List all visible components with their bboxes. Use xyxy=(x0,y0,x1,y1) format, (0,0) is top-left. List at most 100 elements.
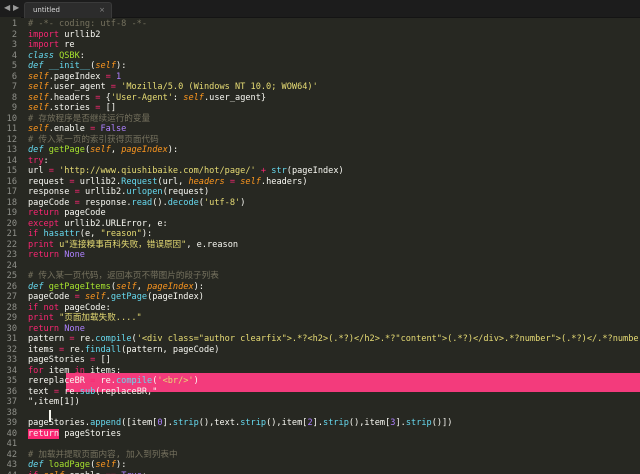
code-token: __init__ xyxy=(48,61,91,71)
code-token: QSBK xyxy=(59,50,80,61)
line-number: 11 xyxy=(6,124,17,134)
code-token: return xyxy=(28,250,60,260)
code-token: None xyxy=(64,323,85,334)
code-token: (pattern, pageCode) xyxy=(121,344,220,355)
code-token: ): xyxy=(116,460,127,470)
code-line: return pageStories xyxy=(28,428,122,440)
code-token: ([item[ xyxy=(121,418,158,428)
code-token: urlopen xyxy=(126,187,163,197)
code-token: getPage xyxy=(48,145,85,155)
line-number: 26 xyxy=(6,281,17,292)
code-token: [] xyxy=(100,103,116,113)
code-token: (e, xyxy=(79,229,101,239)
code-token: if xyxy=(28,229,39,239)
code-token: '<div class="author clearfix">.*?<h2>(.*… xyxy=(136,334,640,344)
close-icon[interactable]: × xyxy=(99,5,105,15)
code-line: if self.enable == True: xyxy=(28,471,147,474)
code-editor[interactable]: 1 2 3 4 5 6 7 8 9 10 11 12 13 14 15 16 17 18 19 20 21 22 23 24 2… xyxy=(0,17,640,474)
code-token: ]. xyxy=(395,418,406,428)
line-number: 43 xyxy=(6,460,17,470)
line-number: 39 xyxy=(6,418,17,428)
code-token: if xyxy=(28,471,38,474)
code-token: .enable xyxy=(64,471,105,474)
code-token: strip xyxy=(172,418,199,428)
code-token: '<br/>' xyxy=(157,376,194,386)
code-token: compile xyxy=(95,334,132,344)
code-token: self xyxy=(84,292,106,302)
code-token: pageStories xyxy=(59,428,122,439)
code-token: .headers xyxy=(48,92,96,103)
code-line: import urllib2 xyxy=(28,30,100,41)
arrow-left-icon[interactable]: ◀ xyxy=(4,2,10,14)
code-token: return xyxy=(28,323,60,334)
code-token: response xyxy=(28,187,75,197)
code-token: except xyxy=(28,218,60,229)
code-token: return xyxy=(28,208,60,218)
code-token: "页面加载失败...." xyxy=(59,313,142,323)
code-token: .enable xyxy=(48,124,91,134)
code-token: re. xyxy=(59,386,80,397)
tab-untitled[interactable]: untitled × xyxy=(24,2,112,18)
code-line: return None xyxy=(28,250,85,261)
code-token: strip xyxy=(323,418,349,428)
code-token: print xyxy=(28,239,54,250)
code-line: self.enable = False xyxy=(28,124,126,135)
code-token: text xyxy=(28,386,54,397)
line-number: 32 xyxy=(6,344,17,355)
code-token: ): xyxy=(116,61,127,71)
code-line: # 存放程序是否继续运行的变量 xyxy=(28,114,150,125)
code-line: return None xyxy=(28,324,85,335)
code-token: pageCode xyxy=(59,208,106,218)
code-line: import re xyxy=(28,40,75,51)
code-token: (),text. xyxy=(198,418,241,428)
code-line: try: xyxy=(28,156,49,167)
code-line: # 传入某一页的索引获得页面代码 xyxy=(28,135,159,146)
line-number: 16 xyxy=(6,176,17,187)
tab-bar: ◀ ▶ untitled × xyxy=(0,0,640,18)
arrow-right-icon[interactable]: ▶ xyxy=(13,2,19,14)
code-token: "reason" xyxy=(100,229,142,239)
code-token: import xyxy=(28,29,60,40)
editor-window: ◀ ▶ untitled × 1 2 3 4 5 6 7 8 9 10 11 12 13 14 15 16 17… xyxy=(0,0,640,474)
code-token: : xyxy=(43,155,49,166)
code-area[interactable]: # -*- coding: utf-8 -*- import urllib2 imp… xyxy=(21,17,640,474)
code-line: rereplaceBR = re.compile('<br/>') xyxy=(28,376,199,387)
code-token: : xyxy=(79,50,85,61)
tab-title: untitled xyxy=(33,6,61,14)
code-token: print xyxy=(28,313,54,323)
code-line: class QSBK: xyxy=(28,51,85,62)
code-token: .user_agent xyxy=(48,82,111,92)
line-number: 31 xyxy=(6,334,17,344)
code-token: ) xyxy=(193,376,199,386)
line-number: 17 xyxy=(6,187,17,197)
code-line: text = re.sub(replaceBR," xyxy=(28,387,157,398)
code-token: self xyxy=(44,471,65,474)
code-token: Request xyxy=(121,176,158,187)
code-token: : xyxy=(142,471,147,474)
code-token: False xyxy=(100,124,127,134)
code-token: compile xyxy=(115,376,153,386)
code-token: pageStories xyxy=(28,355,91,365)
code-token: response. xyxy=(79,197,132,208)
code-token: == xyxy=(106,471,116,474)
code-token: getPage xyxy=(110,292,148,302)
code-line: items = re.findall(pattern, pageCode) xyxy=(28,345,219,356)
code-line: pageStories = [] xyxy=(28,355,111,366)
code-token: 'utf-8' xyxy=(203,197,241,208)
code-token: pageCode xyxy=(28,197,75,208)
code-line: pageCode = response.read().decode('utf-8… xyxy=(28,198,245,209)
code-token: 'Mozilla/5.0 (Windows NT 10.0; WOW64)' xyxy=(121,82,318,92)
code-token: re. xyxy=(95,376,116,386)
code-token: # 加载并提取页面内容, 加入到列表中 xyxy=(28,449,178,460)
code-token: def xyxy=(28,145,44,155)
code-token: # 传入某一页代码，返回本页不带图片的段子列表 xyxy=(28,271,219,281)
line-number: 10 xyxy=(6,113,17,124)
line-number: 42 xyxy=(6,449,17,460)
code-token: decode xyxy=(167,197,199,208)
code-line: except urllib2.URLError, e: xyxy=(28,219,168,230)
code-line: return pageCode xyxy=(28,208,106,219)
code-token: .user_agent} xyxy=(203,92,267,103)
line-number: 12 xyxy=(6,134,17,145)
code-line: self.headers = {'User-Agent': self.user_… xyxy=(28,93,266,104)
line-number: 14 xyxy=(6,155,17,166)
